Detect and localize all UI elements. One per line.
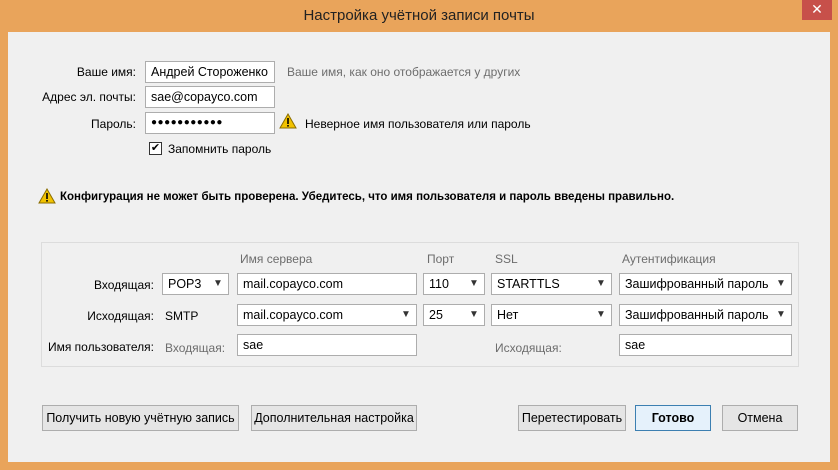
incoming-protocol-select[interactable]: POP3 ▼ bbox=[162, 273, 229, 295]
outgoing-username-input[interactable]: sae bbox=[619, 334, 792, 356]
outgoing-ssl-value: Нет bbox=[497, 308, 519, 322]
header-authentication: Аутентификация bbox=[622, 252, 716, 266]
outgoing-label: Исходящая: bbox=[87, 309, 154, 323]
email-label: Адрес эл. почты: bbox=[42, 90, 136, 104]
mail-account-setup-window: Настройка учётной записи почты ✕ Ваше им… bbox=[0, 0, 838, 470]
password-error-text: Неверное имя пользователя или пароль bbox=[305, 117, 531, 131]
window-title: Настройка учётной записи почты bbox=[303, 7, 535, 24]
outgoing-auth-select[interactable]: Зашифрованный пароль ▼ bbox=[619, 304, 792, 326]
cancel-button[interactable]: Отмена bbox=[722, 405, 798, 431]
advanced-config-button[interactable]: Дополнительная настройка bbox=[251, 405, 417, 431]
chevron-down-icon: ▼ bbox=[469, 309, 479, 320]
incoming-username-input[interactable]: sae bbox=[237, 334, 417, 356]
retest-button[interactable]: Перетестировать bbox=[518, 405, 626, 431]
header-port: Порт bbox=[427, 252, 455, 266]
chevron-down-icon: ▼ bbox=[776, 309, 786, 320]
chevron-down-icon: ▼ bbox=[401, 309, 411, 320]
incoming-auth-value: Зашифрованный пароль bbox=[625, 277, 769, 291]
outgoing-port-value: 25 bbox=[429, 308, 443, 322]
outgoing-server-select[interactable]: mail.copayco.com ▼ bbox=[237, 304, 417, 326]
get-new-account-button[interactable]: Получить новую учётную запись bbox=[42, 405, 239, 431]
email-input[interactable]: sae@copayco.com bbox=[145, 86, 275, 108]
remember-password-checkbox[interactable]: ✔ bbox=[149, 142, 162, 155]
warning-icon bbox=[279, 113, 297, 129]
header-ssl: SSL bbox=[495, 252, 518, 266]
outgoing-auth-value: Зашифрованный пароль bbox=[625, 308, 769, 322]
incoming-server-input[interactable]: mail.copayco.com bbox=[237, 273, 417, 295]
remember-password-label[interactable]: Запомнить пароль bbox=[168, 142, 271, 156]
warning-icon bbox=[38, 188, 56, 204]
incoming-ssl-value: STARTTLS bbox=[497, 277, 560, 291]
done-button[interactable]: Готово bbox=[635, 405, 711, 431]
chevron-down-icon: ▼ bbox=[469, 278, 479, 289]
name-hint: Ваше имя, как оно отображается у других bbox=[287, 65, 521, 79]
title-bar[interactable]: Настройка учётной записи почты ✕ bbox=[0, 0, 838, 32]
password-label: Пароль: bbox=[91, 117, 136, 131]
outgoing-port-select[interactable]: 25 ▼ bbox=[423, 304, 485, 326]
name-input[interactable]: Андрей Стороженко bbox=[145, 61, 275, 83]
config-warning-text: Конфигурация не может быть проверена. Уб… bbox=[60, 191, 675, 203]
incoming-port-select[interactable]: 110 ▼ bbox=[423, 273, 485, 295]
incoming-port-value: 110 bbox=[429, 277, 449, 291]
username-outgoing-label: Исходящая: bbox=[495, 341, 562, 355]
name-label: Ваше имя: bbox=[76, 65, 136, 79]
checkmark-icon: ✔ bbox=[150, 142, 161, 154]
incoming-auth-select[interactable]: Зашифрованный пароль ▼ bbox=[619, 273, 792, 295]
chevron-down-icon: ▼ bbox=[596, 278, 606, 289]
outgoing-protocol: SMTP bbox=[165, 309, 199, 323]
chevron-down-icon: ▼ bbox=[776, 278, 786, 289]
close-button[interactable]: ✕ bbox=[802, 0, 832, 20]
incoming-ssl-select[interactable]: STARTTLS ▼ bbox=[491, 273, 612, 295]
username-label: Имя пользователя: bbox=[47, 340, 154, 354]
incoming-protocol-value: POP3 bbox=[168, 277, 202, 291]
outgoing-ssl-select[interactable]: Нет ▼ bbox=[491, 304, 612, 326]
dialog-body: Ваше имя: Андрей Стороженко Ваше имя, ка… bbox=[8, 32, 830, 462]
chevron-down-icon: ▼ bbox=[213, 278, 223, 289]
username-incoming-label: Входящая: bbox=[165, 341, 226, 355]
outgoing-server-value: mail.copayco.com bbox=[243, 308, 344, 322]
close-icon: ✕ bbox=[811, 1, 823, 17]
header-server-name: Имя сервера bbox=[240, 252, 313, 266]
password-input[interactable]: ●●●●●●●●●●● bbox=[145, 112, 275, 134]
chevron-down-icon: ▼ bbox=[596, 309, 606, 320]
incoming-label: Входящая: bbox=[93, 278, 154, 292]
